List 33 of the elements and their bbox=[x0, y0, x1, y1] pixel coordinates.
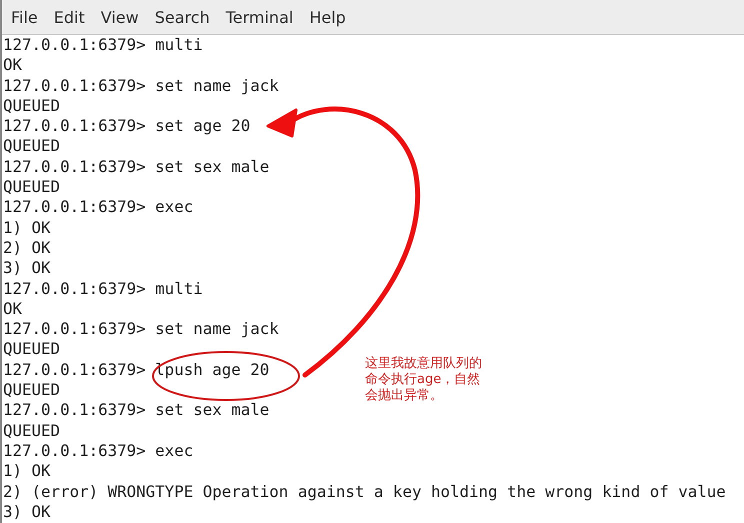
terminal-line: QUEUED bbox=[3, 339, 60, 360]
menu-item[interactable]: Help bbox=[309, 8, 346, 26]
menu-item[interactable]: Search bbox=[154, 8, 210, 26]
terminal-line: 127.0.0.1:6379> exec bbox=[3, 440, 194, 462]
menu-item[interactable]: Edit bbox=[54, 8, 85, 26]
terminal-line: 127.0.0.1:6379> set sex male bbox=[3, 156, 270, 178]
terminal-line: 2) OK bbox=[3, 238, 51, 258]
terminal-line: QUEUED bbox=[3, 420, 60, 441]
terminal-line: 127.0.0.1:6379> set sex male bbox=[3, 400, 270, 421]
terminal-line: 127.0.0.1:6379> set age 20 bbox=[3, 116, 250, 136]
menu-item[interactable]: Terminal bbox=[226, 8, 294, 26]
terminal-line: 127.0.0.1:6379> set name jack bbox=[3, 76, 279, 96]
terminal-line: 1) OK bbox=[3, 218, 51, 238]
terminal-line: 127.0.0.1:6379> multi bbox=[3, 278, 203, 299]
menu-item[interactable]: View bbox=[100, 8, 139, 26]
terminal-line: OK bbox=[3, 55, 22, 76]
terminal-line: QUEUED bbox=[3, 136, 60, 157]
terminal-line: QUEUED bbox=[3, 177, 60, 198]
terminal-line: 127.0.0.1:6379> set name jack bbox=[3, 319, 279, 340]
annotation-text: 这里我故意用队列的 bbox=[365, 356, 482, 372]
terminal-line: 127.0.0.1:6379> lpush age 20 bbox=[3, 360, 270, 380]
terminal-line: 1) OK bbox=[3, 461, 51, 482]
terminal-line: QUEUED bbox=[3, 380, 60, 400]
terminal-line: 127.0.0.1:6379> exec bbox=[3, 197, 194, 218]
terminal-line: QUEUED bbox=[3, 96, 60, 116]
terminal-line: 3) OK bbox=[3, 502, 51, 522]
terminal-line: OK bbox=[3, 298, 22, 320]
terminal-line: 2) (error) WRONGTYPE Operation against a key holding the wrong kind of value bbox=[3, 482, 726, 502]
menu-item[interactable]: File bbox=[11, 8, 38, 26]
annotation-text: 命令执行age，自然 bbox=[365, 372, 480, 388]
annotation-text: 会抛出异常。 bbox=[365, 388, 443, 404]
terminal-line: 127.0.0.1:6379> multi bbox=[3, 35, 203, 56]
terminal-line: 3) OK bbox=[3, 258, 51, 279]
